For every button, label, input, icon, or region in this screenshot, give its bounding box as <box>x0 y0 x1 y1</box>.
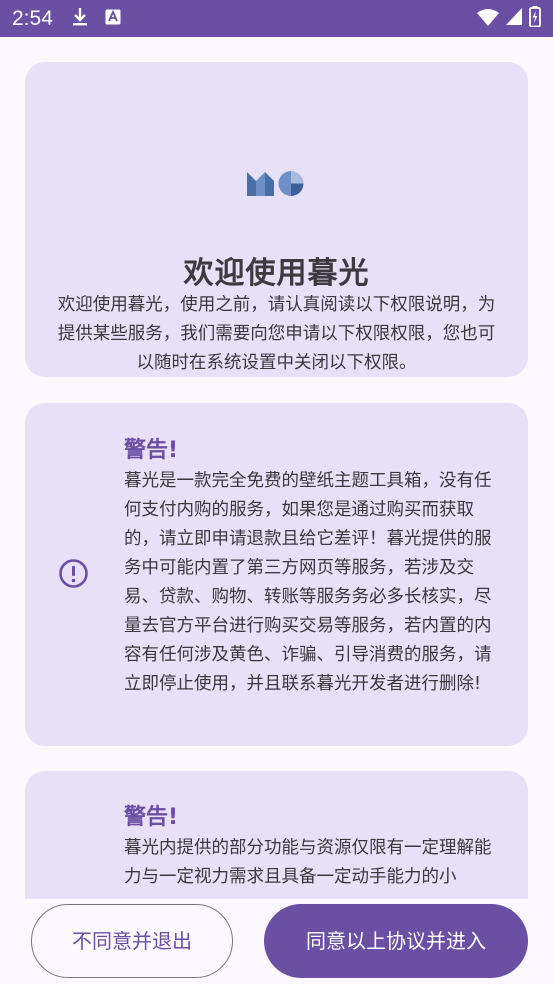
exclamation-circle-icon <box>58 558 89 593</box>
warning-body: 暮光是一款完全免费的壁纸主题工具箱，没有任何支付内购的服务，如果您是通过购买而获… <box>124 471 492 694</box>
warning-card: 警告! 暮光内提供的部分功能与资源仅限有一定理解能力与一定视力需求且具备一定动手… <box>25 771 528 899</box>
download-icon <box>71 7 89 31</box>
warning-card: 警告! 暮光是一款完全免费的壁纸主题工具箱，没有任何支付内购的服务，如果您是通过… <box>25 403 528 746</box>
wifi-icon <box>477 8 499 30</box>
mg-logo-icon <box>245 168 307 202</box>
warning-title: 警告! <box>124 805 179 830</box>
welcome-title: 欢迎使用暮光 <box>183 256 370 291</box>
status-bar: 2:54 <box>0 0 553 37</box>
status-time: 2:54 <box>12 6 53 30</box>
disagree-exit-button[interactable]: 不同意并退出 <box>31 904 233 978</box>
bottom-action-bar: 不同意并退出 同意以上协议并进入 <box>0 899 553 984</box>
warning-title: 警告! <box>124 438 179 463</box>
welcome-card: 欢迎使用暮光 欢迎使用暮光，使用之前，请认真阅读以下权限说明，为提供某些服务，我… <box>25 62 528 377</box>
signal-icon <box>506 8 522 29</box>
welcome-description: 欢迎使用暮光，使用之前，请认真阅读以下权限说明，为提供某些服务，我们需要向您申请… <box>57 295 496 373</box>
agree-enter-button[interactable]: 同意以上协议并进入 <box>264 904 528 978</box>
warning-body: 暮光内提供的部分功能与资源仅限有一定理解能力与一定视力需求且具备一定动手能力的小 <box>124 838 492 887</box>
permission-content[interactable]: 欢迎使用暮光 欢迎使用暮光，使用之前，请认真阅读以下权限说明，为提供某些服务，我… <box>0 37 553 899</box>
battery-charging-icon <box>529 6 541 31</box>
keyboard-a-icon <box>105 9 121 29</box>
